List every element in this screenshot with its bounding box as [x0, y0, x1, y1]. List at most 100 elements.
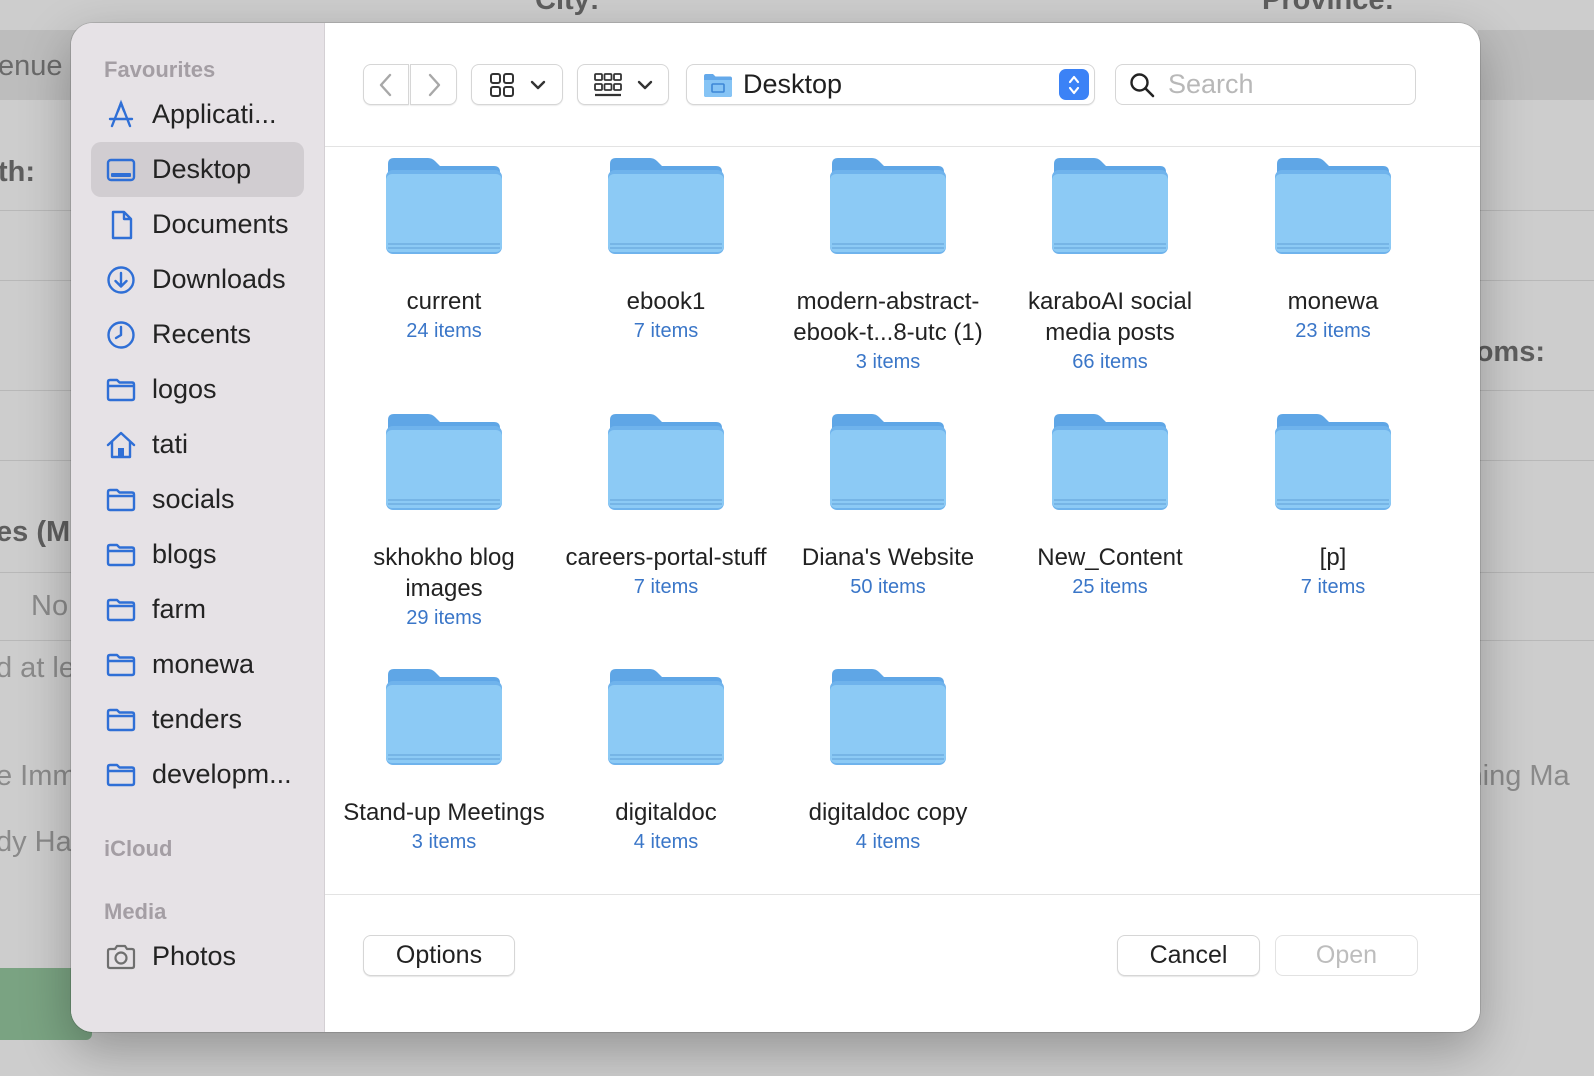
background-label: enue [0, 50, 63, 82]
sidebar-item-applications[interactable]: Applicati... [91, 87, 304, 142]
folder-icon [105, 484, 137, 516]
sidebar-item-label: Photos [152, 941, 237, 971]
folder-icon [1275, 158, 1391, 254]
folder-icon [1052, 414, 1168, 510]
folder-item[interactable]: karaboAI social media posts 66 items [999, 156, 1221, 377]
sidebar-item-desktop[interactable]: Desktop [91, 142, 304, 197]
view-mode-button[interactable] [471, 64, 563, 105]
folder-item[interactable]: [p] 7 items [1222, 412, 1444, 602]
folder-icon [608, 414, 724, 510]
toolbar: Desktop [325, 23, 1480, 147]
folder-name: digitaldoc [615, 799, 717, 826]
folder-item-count: 3 items [855, 351, 921, 373]
folder-name: current [406, 288, 482, 315]
folder-name: monewa [1287, 288, 1379, 315]
applications-icon [105, 99, 137, 131]
clock-icon [105, 319, 137, 351]
folder-icon [830, 669, 946, 765]
sidebar-item-tenders[interactable]: tenders [91, 692, 304, 747]
folder-icon [1275, 414, 1391, 510]
folder-item-count: 25 items [1072, 576, 1148, 598]
folder-icon [105, 759, 137, 791]
folder-item-count: 3 items [411, 831, 477, 853]
background-label: City: [535, 0, 600, 16]
sidebar-item-label: logos [152, 374, 217, 404]
forward-button[interactable] [410, 64, 457, 105]
folder-item-count: 4 items [855, 831, 921, 853]
popup-stepper-icon [1059, 69, 1089, 100]
folder-item[interactable]: monewa 23 items [1222, 156, 1444, 346]
sidebar-item-label: tati [152, 429, 189, 459]
sidebar: Favourites Applicati... Desktop Document… [71, 23, 325, 1032]
sidebar-heading-favourites: Favourites [104, 57, 216, 82]
folder-item[interactable]: current 24 items [333, 156, 555, 346]
sidebar-item-label: monewa [152, 649, 255, 679]
folder-name: Diana's Website [801, 544, 975, 571]
background-label: th: [0, 156, 36, 188]
folder-icon [386, 669, 502, 765]
search-input[interactable] [1168, 69, 1398, 100]
open-button[interactable]: Open [1275, 935, 1418, 976]
folder-item[interactable]: skhokho blog images 29 items [333, 412, 555, 633]
folder-item-count: 7 items [633, 576, 699, 598]
background-label: Province: [1262, 0, 1395, 16]
sidebar-item-photos[interactable]: Photos [91, 929, 304, 984]
sidebar-heading-icloud: iCloud [104, 836, 173, 861]
sidebar-item-blogs[interactable]: blogs [91, 527, 304, 582]
folder-icon [830, 414, 946, 510]
folder-item-count: 29 items [406, 607, 482, 629]
sidebar-item-recents[interactable]: Recents [91, 307, 304, 362]
desktop-folder-icon [704, 73, 732, 97]
folder-item[interactable]: modern-abstract-ebook-t...8-utc (1) 3 ite… [777, 156, 999, 377]
folder-item-count: 4 items [633, 831, 699, 853]
file-grid: current 24 items ebook1 7 items modern-abstr… [325, 148, 1480, 894]
group-mode-button[interactable] [577, 64, 669, 105]
background-label: es (M [0, 516, 71, 548]
folder-item-count: 7 items [633, 320, 699, 342]
sidebar-item-label: blogs [152, 539, 217, 569]
folder-icon [1052, 158, 1168, 254]
chevron-left-icon [379, 73, 392, 96]
sidebar-item-label: Applicati... [152, 99, 277, 129]
sidebar-item-label: developm... [152, 759, 292, 789]
camera-icon [105, 941, 137, 973]
sidebar-item-farm[interactable]: farm [91, 582, 304, 637]
sidebar-item-tati[interactable]: tati [91, 417, 304, 472]
folder-icon [105, 594, 137, 626]
back-button[interactable] [363, 64, 409, 105]
folder-item[interactable]: Diana's Website 50 items [777, 412, 999, 602]
sidebar-item-label: Recents [152, 319, 252, 349]
search-field[interactable] [1115, 64, 1416, 105]
folder-icon [608, 158, 724, 254]
folder-name: careers-portal-stuff [565, 544, 767, 571]
folder-icon [386, 158, 502, 254]
cancel-button[interactable]: Cancel [1117, 935, 1260, 976]
folder-item[interactable]: ebook1 7 items [555, 156, 777, 346]
sidebar-item-logos[interactable]: logos [91, 362, 304, 417]
location-label: Desktop [743, 69, 843, 99]
background-label: e Imm [0, 760, 77, 792]
folder-item[interactable]: New_Content 25 items [999, 412, 1221, 602]
folder-item-count: 66 items [1072, 351, 1148, 373]
sidebar-item-monewa[interactable]: monewa [91, 637, 304, 692]
folder-item[interactable]: digitaldoc copy 4 items [777, 667, 999, 857]
folder-item[interactable]: Stand-up Meetings 3 items [333, 667, 555, 857]
folder-icon [830, 158, 946, 254]
folder-name: karaboAI social media posts [1027, 288, 1193, 346]
folder-item[interactable]: digitaldoc 4 items [555, 667, 777, 857]
sidebar-item-socials[interactable]: socials [91, 472, 304, 527]
sidebar-item-documents[interactable]: Documents [91, 197, 304, 252]
folder-name: modern-abstract-ebook-t...8-utc (1) [793, 288, 983, 346]
document-icon [105, 209, 137, 241]
options-button[interactable]: Options [363, 935, 515, 976]
folder-item[interactable]: careers-portal-stuff 7 items [555, 412, 777, 602]
location-popup[interactable]: Desktop [686, 64, 1095, 105]
folder-item-count: 23 items [1295, 320, 1371, 342]
sidebar-item-label: Desktop [152, 154, 252, 184]
sidebar-item-label: farm [152, 594, 206, 624]
sidebar-item-downloads[interactable]: Downloads [91, 252, 304, 307]
sidebar-item-label: Documents [152, 209, 289, 239]
sidebar-item-development[interactable]: developm... [91, 747, 304, 802]
folder-icon [105, 539, 137, 571]
folder-name: [p] [1319, 544, 1347, 571]
